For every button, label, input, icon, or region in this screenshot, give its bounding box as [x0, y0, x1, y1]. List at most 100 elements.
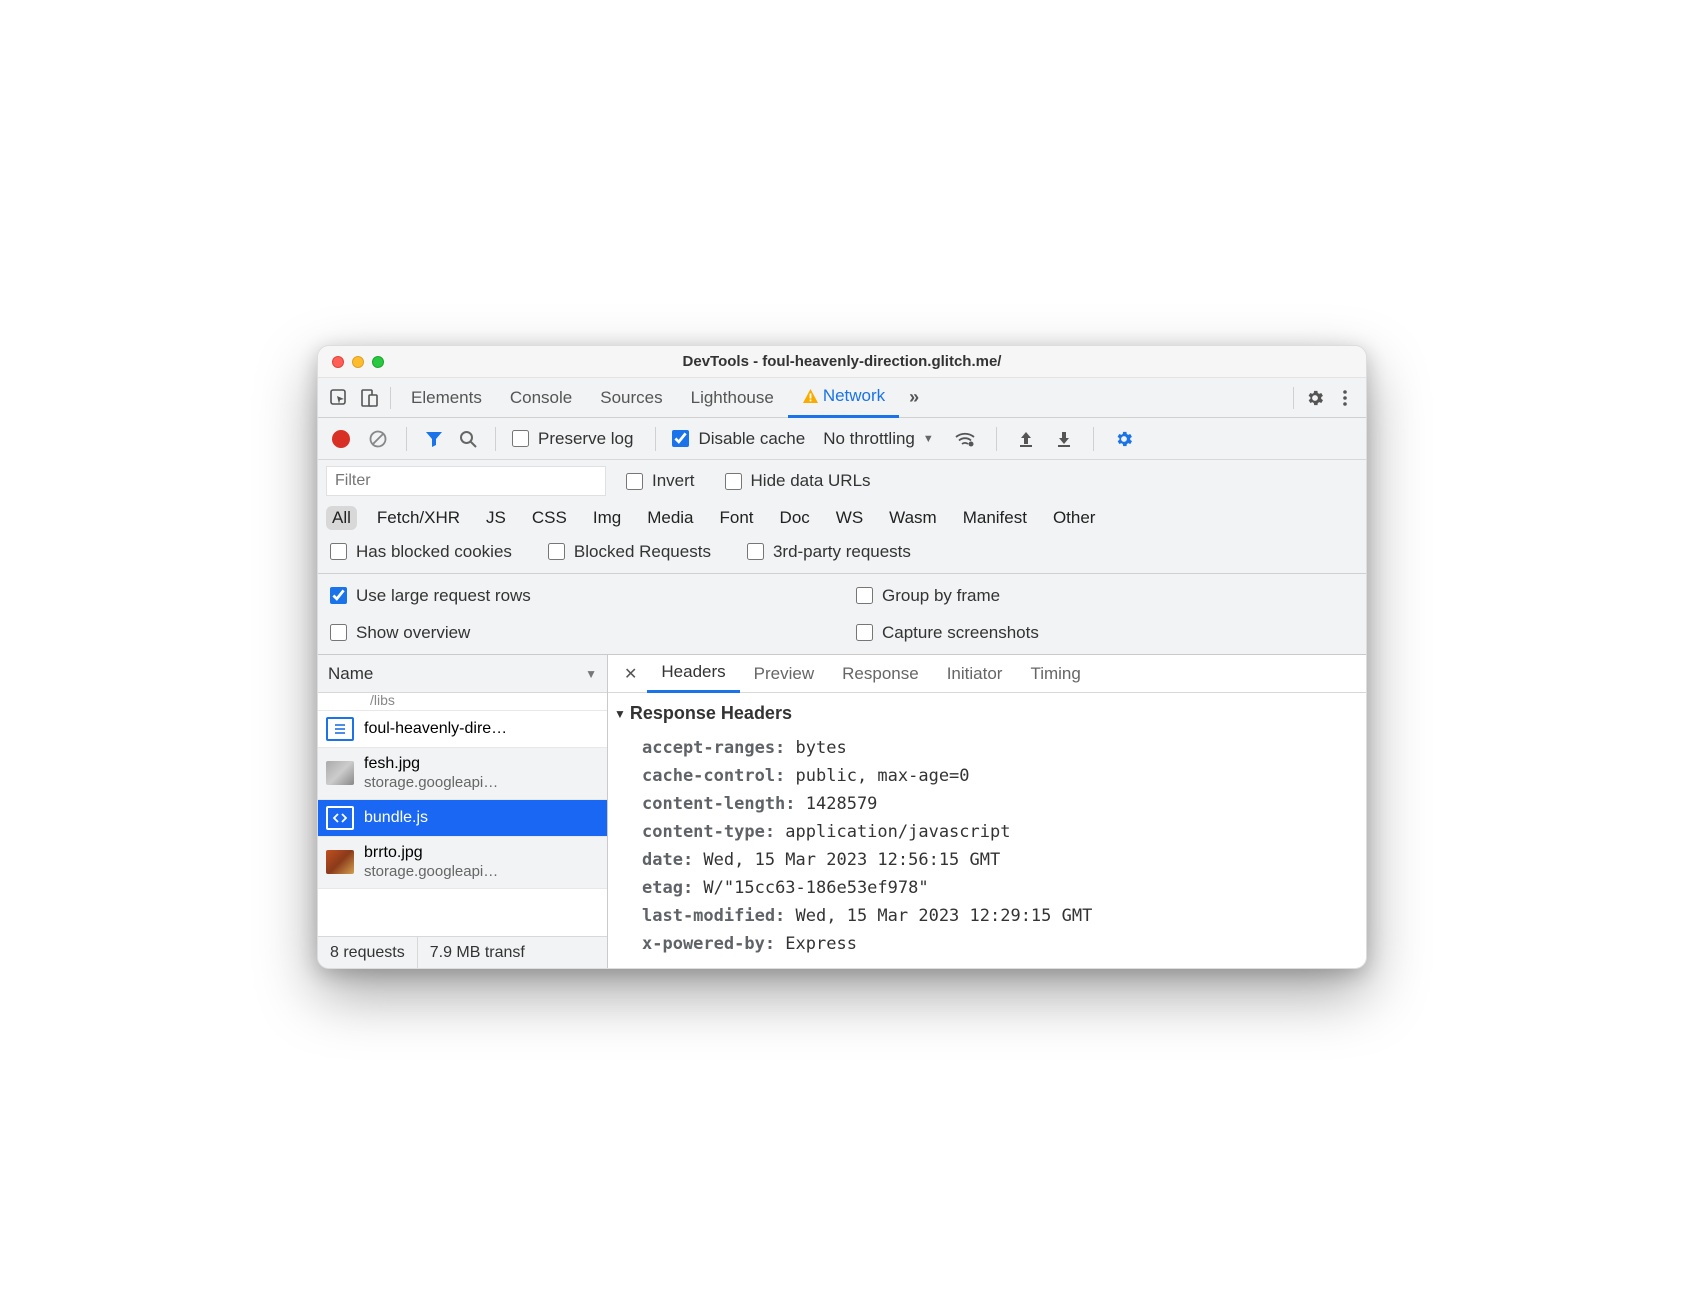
header-line: date: Wed, 15 Mar 2023 12:56:15 GMT — [614, 846, 1360, 874]
type-filter-ws[interactable]: WS — [830, 506, 869, 530]
transfer-size: 7.9 MB transf — [418, 937, 537, 968]
name-column-header[interactable]: Name ▼ — [318, 655, 607, 693]
third-party-checkbox[interactable]: 3rd-party requests — [743, 540, 911, 563]
detail-tab-response[interactable]: Response — [828, 655, 933, 693]
type-filter-doc[interactable]: Doc — [774, 506, 816, 530]
header-line: x-powered-by: Express — [614, 930, 1360, 958]
detail-panel: ✕ HeadersPreviewResponseInitiatorTiming … — [608, 655, 1366, 968]
type-filter-media[interactable]: Media — [641, 506, 699, 530]
network-settings-icon[interactable] — [1114, 429, 1134, 449]
large-rows-checkbox[interactable]: Use large request rows — [326, 584, 822, 607]
filter-row: Invert Hide data URLs — [318, 460, 1366, 502]
request-domain: storage.googleapi… — [364, 774, 498, 793]
header-line: content-type: application/javascript — [614, 818, 1360, 846]
image-thumbnail-icon — [326, 761, 354, 785]
type-filter-css[interactable]: CSS — [526, 506, 573, 530]
blocked-requests-checkbox[interactable]: Blocked Requests — [544, 540, 711, 563]
network-toolbar: Preserve log Disable cache No throttling… — [318, 418, 1366, 460]
type-filter-manifest[interactable]: Manifest — [957, 506, 1033, 530]
kebab-menu-icon[interactable] — [1330, 383, 1360, 413]
inspect-icon[interactable] — [324, 383, 354, 413]
type-filter-js[interactable]: JS — [480, 506, 512, 530]
separator — [495, 427, 496, 451]
request-row[interactable]: foul-heavenly-dire… — [318, 711, 607, 748]
separator — [655, 427, 656, 451]
request-list-panel: Name ▼ /libs foul-heavenly-dire…fesh.jpg… — [318, 655, 608, 968]
device-toolbar-icon[interactable] — [354, 383, 384, 413]
upload-har-icon[interactable] — [1017, 430, 1035, 448]
header-value: bytes — [785, 738, 846, 758]
chevron-down-icon[interactable]: ▼ — [923, 433, 934, 445]
titlebar: DevTools - foul-heavenly-direction.glitc… — [318, 346, 1366, 378]
network-conditions-icon[interactable] — [954, 430, 976, 448]
type-filter-other[interactable]: Other — [1047, 506, 1102, 530]
type-filter-img[interactable]: Img — [587, 506, 627, 530]
preserve-log-label: Preserve log — [538, 429, 633, 449]
type-filter-font[interactable]: Font — [714, 506, 760, 530]
header-value: Wed, 15 Mar 2023 12:29:15 GMT — [785, 906, 1092, 926]
blocked-cookies-checkbox[interactable]: Has blocked cookies — [326, 540, 512, 563]
header-value: 1428579 — [796, 794, 878, 814]
response-headers-section[interactable]: ▼ Response Headers — [614, 703, 1360, 724]
content-area: Name ▼ /libs foul-heavenly-dire…fesh.jpg… — [318, 654, 1366, 968]
capture-screenshots-checkbox[interactable]: Capture screenshots — [852, 621, 1348, 644]
search-icon[interactable] — [459, 430, 477, 448]
header-key: accept-ranges: — [642, 738, 785, 758]
main-tabs: ElementsConsoleSourcesLighthouseNetwork … — [318, 378, 1366, 418]
tab-sources[interactable]: Sources — [586, 378, 676, 418]
header-line: accept-ranges: bytes — [614, 734, 1360, 762]
header-value: Wed, 15 Mar 2023 12:56:15 GMT — [693, 850, 1000, 870]
hide-data-urls-checkbox[interactable]: Hide data URLs — [721, 470, 871, 493]
document-icon — [326, 717, 354, 741]
header-key: content-type: — [642, 822, 775, 842]
header-key: x-powered-by: — [642, 934, 775, 954]
type-filter-wasm[interactable]: Wasm — [883, 506, 943, 530]
filter-toggle-icon[interactable] — [425, 430, 443, 448]
type-filter-fetchxhr[interactable]: Fetch/XHR — [371, 506, 466, 530]
show-overview-checkbox[interactable]: Show overview — [326, 621, 822, 644]
settings-icon[interactable] — [1300, 383, 1330, 413]
request-name: fesh.jpg — [364, 754, 498, 774]
detail-tab-initiator[interactable]: Initiator — [933, 655, 1017, 693]
header-value: application/javascript — [775, 822, 1010, 842]
detail-tab-headers[interactable]: Headers — [647, 655, 739, 693]
script-icon — [326, 806, 354, 830]
detail-tab-timing[interactable]: Timing — [1016, 655, 1094, 693]
header-key: last-modified: — [642, 906, 785, 926]
header-line: last-modified: Wed, 15 Mar 2023 12:29:15… — [614, 902, 1360, 930]
request-row[interactable]: brrto.jpgstorage.googleapi… — [318, 837, 607, 889]
header-line: cache-control: public, max-age=0 — [614, 762, 1360, 790]
detail-tab-preview[interactable]: Preview — [740, 655, 828, 693]
invert-checkbox[interactable]: Invert — [622, 470, 695, 493]
record-button[interactable] — [332, 430, 350, 448]
group-by-frame-checkbox[interactable]: Group by frame — [852, 584, 1348, 607]
request-domain: storage.googleapi… — [364, 863, 498, 882]
preserve-log-checkbox[interactable]: Preserve log — [508, 427, 633, 450]
separator — [390, 387, 391, 409]
disable-cache-checkbox[interactable]: Disable cache — [668, 427, 805, 450]
request-row[interactable]: fesh.jpgstorage.googleapi… — [318, 748, 607, 800]
close-detail-button[interactable]: ✕ — [614, 664, 647, 684]
truncated-row: /libs — [318, 693, 607, 711]
tab-elements[interactable]: Elements — [397, 378, 496, 418]
chevron-down-icon: ▼ — [585, 667, 597, 681]
detail-tabs: ✕ HeadersPreviewResponseInitiatorTiming — [608, 655, 1366, 693]
download-har-icon[interactable] — [1055, 430, 1073, 448]
tab-network[interactable]: Network — [788, 378, 899, 418]
header-line: content-length: 1428579 — [614, 790, 1360, 818]
separator — [406, 427, 407, 451]
type-filter-all[interactable]: All — [326, 506, 357, 530]
resource-type-filters: All Fetch/XHR JS CSS Img Media Font Doc WS Wasm Ma… — [318, 502, 1366, 538]
image-thumbnail-icon — [326, 850, 354, 874]
header-value: W/"15cc63-186e53ef978" — [693, 878, 928, 898]
clear-icon[interactable] — [368, 429, 388, 449]
more-tabs-button[interactable]: » — [899, 387, 929, 408]
tab-lighthouse[interactable]: Lighthouse — [677, 378, 788, 418]
throttling-select[interactable]: No throttling — [823, 429, 915, 449]
tab-console[interactable]: Console — [496, 378, 586, 418]
disclosure-triangle-icon: ▼ — [614, 707, 626, 721]
network-options: Use large request rows Group by frame Sh… — [318, 573, 1366, 654]
filter-input[interactable] — [326, 466, 606, 496]
request-row[interactable]: bundle.js — [318, 800, 607, 837]
request-name: bundle.js — [364, 808, 428, 828]
